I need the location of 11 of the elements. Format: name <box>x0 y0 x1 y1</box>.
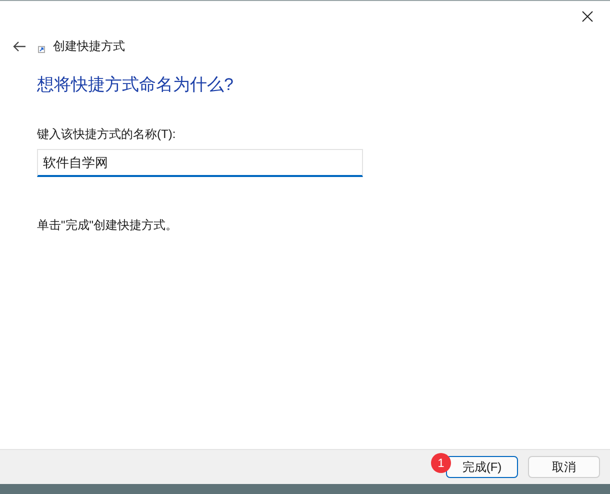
heading: 想将快捷方式命名为什么? <box>37 74 234 96</box>
finish-button[interactable]: 完成(F) <box>446 456 518 478</box>
cancel-button[interactable]: 取消 <box>528 456 600 478</box>
step-badge: 1 <box>431 453 451 473</box>
back-arrow-icon <box>12 40 26 52</box>
field-label: 键入该快捷方式的名称(T): <box>37 126 177 143</box>
window-title: 创建快捷方式 <box>53 38 125 54</box>
shortcut-icon <box>38 46 45 52</box>
name-field[interactable]: 软件自学网 <box>37 149 363 177</box>
instruction-text: 单击"完成"创建快捷方式。 <box>37 217 179 234</box>
close-icon <box>582 10 592 22</box>
